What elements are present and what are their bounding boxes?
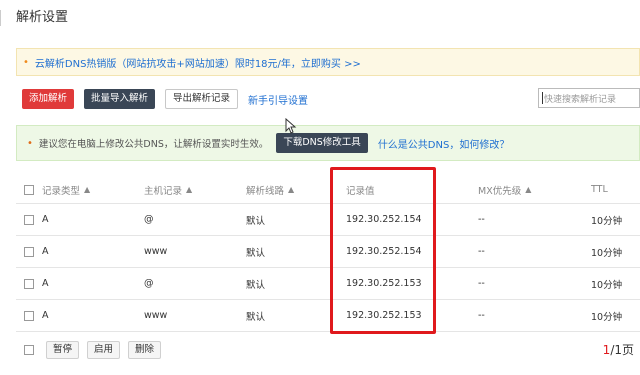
table-row: A @ 默认 192.30.252.154 -- 10分钟 bbox=[16, 204, 640, 236]
table-header-row: 记录类型 ▲ 主机记录 ▲ 解析线路 ▲ 记录值 MX优先级 ▲ TTL bbox=[16, 176, 640, 204]
footer-select-all-checkbox[interactable] bbox=[24, 345, 34, 355]
table-footer: 暂停 启用 删除 1/1页 bbox=[16, 338, 640, 362]
cell-ttl: 10分钟 bbox=[591, 215, 623, 227]
cell-type: A bbox=[42, 214, 49, 225]
delete-button[interactable]: 删除 bbox=[128, 341, 162, 359]
row-checkbox[interactable] bbox=[24, 310, 34, 321]
cell-type: A bbox=[42, 246, 49, 257]
sort-icon[interactable]: ▲ bbox=[84, 185, 90, 194]
cell-line: 默认 bbox=[246, 247, 266, 259]
header-host[interactable]: 主机记录 ▲ bbox=[144, 176, 192, 203]
cell-ttl: 10分钟 bbox=[591, 279, 623, 291]
guide-link[interactable]: 新手引导设置 bbox=[248, 92, 308, 107]
text-caret bbox=[542, 92, 543, 104]
cell-ttl: 10分钟 bbox=[591, 311, 623, 323]
header-ttl: TTL bbox=[591, 184, 608, 195]
cell-host: www bbox=[144, 246, 168, 257]
sort-icon[interactable]: ▲ bbox=[525, 185, 531, 194]
cell-line: 默认 bbox=[246, 215, 266, 227]
cell-value: 192.30.252.154 bbox=[346, 214, 422, 225]
total-pages: /1页 bbox=[610, 343, 634, 357]
cell-type: A bbox=[42, 278, 49, 289]
row-checkbox[interactable] bbox=[24, 246, 34, 257]
bullet-icon: • bbox=[27, 137, 33, 149]
cell-ttl: 10分钟 bbox=[591, 247, 623, 259]
pause-button[interactable]: 暂停 bbox=[46, 341, 80, 359]
cell-type: A bbox=[42, 310, 49, 321]
row-checkbox[interactable] bbox=[24, 214, 34, 225]
mouse-cursor-icon bbox=[285, 118, 297, 134]
download-dns-tool-button[interactable]: 下载DNS修改工具 bbox=[276, 133, 368, 153]
tip-text: 建议您在电脑上修改公共DNS，让解析设置实时生效。 bbox=[38, 139, 269, 150]
header-mx[interactable]: MX优先级 ▲ bbox=[478, 176, 531, 203]
cell-line: 默认 bbox=[246, 279, 266, 291]
promo-link[interactable]: 云解析DNS热销版（网站抗攻击+网站加速）限时18元/年，立即购买 >> bbox=[35, 55, 361, 70]
add-record-button[interactable]: 添加解析 bbox=[22, 89, 75, 109]
enable-button[interactable]: 启用 bbox=[87, 341, 121, 359]
row-checkbox[interactable] bbox=[24, 278, 34, 289]
header-record-type[interactable]: 记录类型 ▲ bbox=[42, 176, 90, 203]
batch-import-button[interactable]: 批量导入解析 bbox=[84, 89, 156, 109]
cell-host: www bbox=[144, 310, 168, 321]
table-row: A @ 默认 192.30.252.153 -- 10分钟 bbox=[16, 268, 640, 300]
search-placeholder: 快速搜索解析记录 bbox=[544, 94, 617, 105]
export-records-button[interactable]: 导出解析记录 bbox=[165, 89, 239, 109]
sort-icon[interactable]: ▲ bbox=[186, 185, 192, 194]
cell-line: 默认 bbox=[246, 311, 266, 323]
cell-host: @ bbox=[144, 214, 154, 225]
pagination: 1/1页 bbox=[603, 341, 634, 358]
cell-mx: -- bbox=[478, 214, 485, 225]
tip-banner: • 建议您在电脑上修改公共DNS，让解析设置实时生效。 下载DNS修改工具 什么… bbox=[16, 125, 640, 161]
page-title: 解析设置 bbox=[0, 8, 68, 28]
cell-mx: -- bbox=[478, 246, 485, 257]
table-row: A www 默认 192.30.252.153 -- 10分钟 bbox=[16, 300, 640, 332]
cell-mx: -- bbox=[478, 310, 485, 321]
dns-records-table: 记录类型 ▲ 主机记录 ▲ 解析线路 ▲ 记录值 MX优先级 ▲ TTL A @ 默认 … bbox=[16, 176, 640, 332]
public-dns-help-link[interactable]: 什么是公共DNS，如何修改？ bbox=[378, 136, 510, 151]
promo-banner: • 云解析DNS热销版（网站抗攻击+网站加速）限时18元/年，立即购买 >> bbox=[16, 48, 640, 76]
header-line[interactable]: 解析线路 ▲ bbox=[246, 176, 294, 203]
cell-host: @ bbox=[144, 278, 154, 289]
sort-icon[interactable]: ▲ bbox=[288, 185, 294, 194]
header-record-value: 记录值 bbox=[346, 185, 375, 197]
toolbar: 添加解析 批量导入解析 导出解析记录 新手引导设置 bbox=[22, 88, 308, 110]
cell-value: 192.30.252.153 bbox=[346, 278, 422, 289]
select-all-checkbox[interactable] bbox=[24, 184, 34, 195]
cell-mx: -- bbox=[478, 278, 485, 289]
cell-value: 192.30.252.154 bbox=[346, 246, 422, 257]
bullet-icon: • bbox=[23, 56, 29, 68]
search-input[interactable]: 快速搜索解析记录 bbox=[538, 88, 640, 108]
cell-value: 192.30.252.153 bbox=[346, 310, 422, 321]
table-row: A www 默认 192.30.252.154 -- 10分钟 bbox=[16, 236, 640, 268]
